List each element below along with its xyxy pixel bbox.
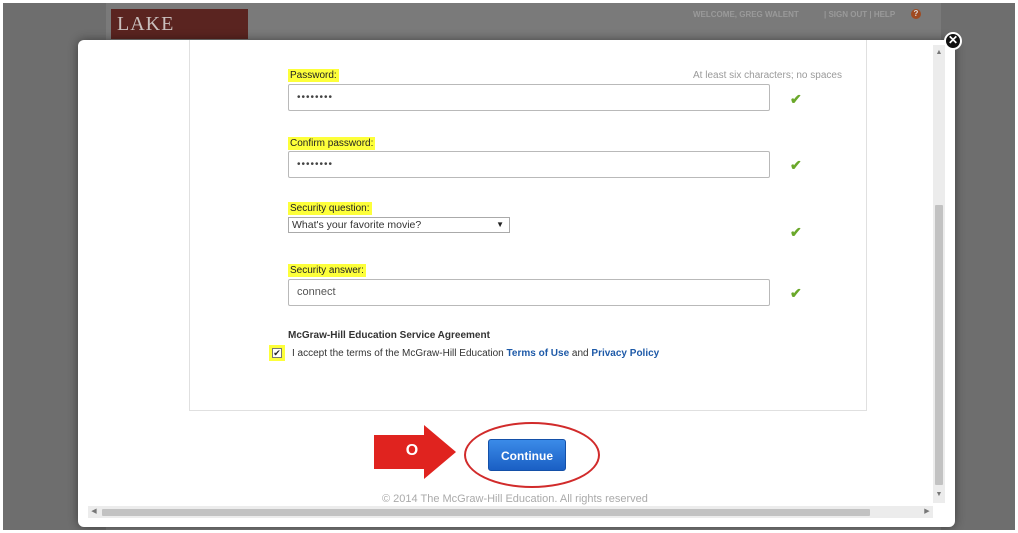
continue-button[interactable]: Continue (488, 439, 566, 471)
header-links[interactable]: | SIGN OUT | HELP (824, 10, 895, 19)
privacy-policy-link[interactable]: Privacy Policy (591, 348, 659, 359)
scroll-up-icon[interactable]: ▲ (933, 47, 945, 59)
agreement-text-before: I accept the terms of the McGraw-Hill Ed… (292, 348, 507, 359)
scroll-left-icon[interactable]: ◀ (88, 506, 100, 518)
welcome-text: WELCOME, GREG WALENT (693, 10, 799, 19)
password-field[interactable]: •••••••• (288, 84, 770, 111)
security-answer-label: Security answer: (288, 264, 366, 277)
horizontal-scrollbar[interactable]: ◀ ▶ (88, 506, 933, 518)
security-question-valid-icon: ✔ (790, 224, 802, 240)
confirm-password-valid-icon: ✔ (790, 157, 802, 173)
security-answer-field[interactable]: connect (288, 279, 770, 306)
confirm-password-field[interactable]: •••••••• (288, 151, 770, 178)
scroll-down-icon[interactable]: ▼ (933, 489, 945, 501)
horizontal-scroll-thumb[interactable] (102, 509, 870, 516)
confirm-password-label: Confirm password: (288, 137, 376, 150)
agreement-title: McGraw-Hill Education Service Agreement (288, 330, 490, 341)
annotation-label: O (405, 442, 419, 459)
scroll-right-icon[interactable]: ▶ (921, 506, 933, 518)
security-answer-valid-icon: ✔ (790, 285, 802, 301)
school-logo: LAKE VALLEY (111, 9, 248, 65)
dropdown-caret-icon: ▼ (496, 220, 504, 229)
help-icon[interactable]: ? (911, 9, 921, 19)
checkbox-check-icon: ✔ (272, 348, 282, 358)
agreement-text-and: and (569, 348, 592, 359)
agreement-checkbox[interactable]: ✔ (269, 345, 285, 361)
agreement-text: I accept the terms of the McGraw-Hill Ed… (292, 348, 659, 359)
security-question-value: What's your favorite movie? (292, 219, 422, 231)
registration-modal: Password: At least six characters; no sp… (78, 40, 955, 527)
copyright-footer: © 2014 The McGraw-Hill Education. All ri… (382, 493, 648, 505)
close-icon[interactable]: ✕ (944, 32, 962, 50)
password-label: Password: (288, 69, 339, 82)
terms-of-use-link[interactable]: Terms of Use (507, 348, 570, 359)
security-question-select[interactable]: What's your favorite movie? ▼ (288, 217, 510, 233)
vertical-scroll-thumb[interactable] (935, 205, 943, 485)
browser-screen: LAKE VALLEY WELCOME, GREG WALENT | SIGN … (3, 3, 1015, 530)
password-hint: At least six characters; no spaces (693, 70, 842, 81)
vertical-scrollbar[interactable]: ▲ ▼ (933, 45, 945, 503)
password-valid-icon: ✔ (790, 91, 802, 107)
form-panel: Password: At least six characters; no sp… (189, 40, 867, 411)
security-question-label: Security question: (288, 202, 372, 215)
